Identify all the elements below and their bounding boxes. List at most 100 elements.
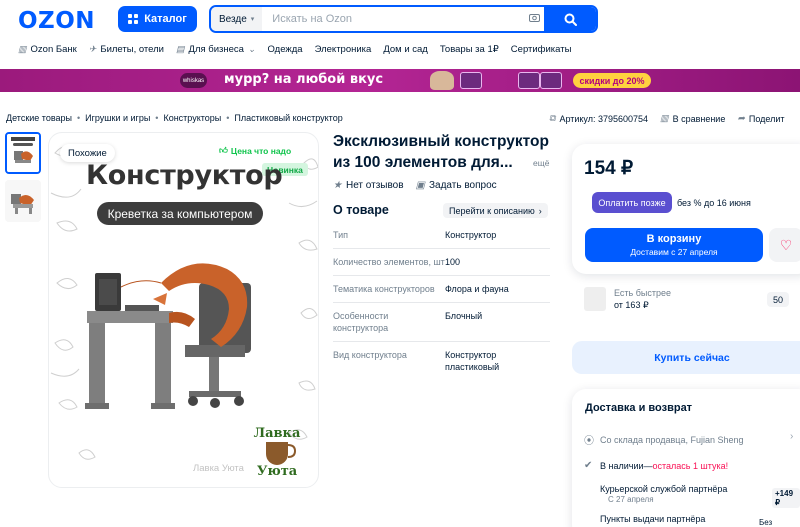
spec-row: Тематика конструкторов Флора и фауна bbox=[333, 276, 550, 303]
nav-clothes[interactable]: Одежда bbox=[268, 44, 303, 55]
svg-text:Лавка: Лавка bbox=[254, 426, 301, 441]
heart-icon: ♡ bbox=[779, 236, 793, 253]
spec-key: Тип bbox=[333, 230, 349, 240]
about-title: О товаре bbox=[333, 203, 389, 217]
delivery-title: Доставка и возврат bbox=[585, 402, 693, 414]
add-to-cart-button[interactable]: В корзину Доставим с 27 апреля bbox=[585, 228, 763, 262]
price-badge-label: Цена что надо bbox=[230, 145, 292, 156]
ask-question-link[interactable]: ▣ Задать вопрос bbox=[416, 180, 497, 191]
courier-price: +149 ₽ bbox=[772, 488, 800, 508]
stock-status: ✔ В наличии — осталась 1 штука! bbox=[584, 460, 728, 471]
chevron-right-icon[interactable]: › bbox=[790, 431, 793, 442]
spec-value: Конструктор bbox=[445, 230, 497, 240]
breadcrumb-separator: • bbox=[155, 113, 159, 123]
image-heading: Конструктор bbox=[86, 160, 283, 191]
pay-later-text: без % до 16 июня bbox=[677, 198, 751, 208]
thumbs-up-icon: 👍︎ bbox=[219, 145, 228, 155]
nav-ozon-bank[interactable]: ▥ Ozon Банк bbox=[18, 44, 77, 55]
search-input[interactable] bbox=[262, 13, 524, 25]
cart-label: В корзину bbox=[646, 233, 702, 245]
banner-brand-logo: whiskas bbox=[180, 73, 207, 88]
spec-row: Особенности конструктора Блочный bbox=[333, 303, 550, 342]
nav-certificates[interactable]: Сертификаты bbox=[511, 44, 572, 55]
stock-separator: — bbox=[643, 460, 653, 471]
spec-key: Вид конструктора bbox=[333, 350, 407, 360]
pay-later-button[interactable]: Оплатить позже bbox=[592, 192, 672, 213]
shop-logo: Лавка Уюта bbox=[246, 420, 308, 480]
breadcrumb-item[interactable]: Пластиковый конструктор bbox=[234, 113, 342, 123]
cat-image bbox=[430, 71, 454, 90]
goto-description-button[interactable]: Перейти к описанию › bbox=[443, 203, 548, 218]
courier-label: Курьерской службой партнёра bbox=[600, 484, 728, 494]
search-button[interactable] bbox=[544, 7, 596, 31]
image-shop-name: Лавка Уюта bbox=[193, 463, 244, 474]
spec-value: Блочный bbox=[445, 311, 483, 321]
cart-delivery-date: Доставим с 27 апреля bbox=[630, 247, 718, 257]
breadcrumb-separator: • bbox=[226, 113, 230, 123]
camera-icon[interactable] bbox=[524, 13, 544, 25]
catalog-button[interactable]: Каталог bbox=[118, 6, 197, 32]
delivery-from-label: Со склада продавца, Fujian Sheng bbox=[600, 434, 744, 445]
briefcase-icon: ▤ bbox=[176, 44, 185, 54]
faster-price: от 163 ₽ bbox=[614, 299, 649, 310]
search-bar: Везде ▾ bbox=[209, 5, 598, 33]
faster-offer[interactable]: Есть быстрее от 163 ₽ 50 bbox=[584, 287, 800, 311]
price: 154 ₽ bbox=[584, 158, 634, 179]
banner-text: мурр? на любой вкус bbox=[224, 72, 384, 87]
delivery-from[interactable]: ⦿ Со склада продавца, Fujian Sheng bbox=[584, 432, 744, 448]
nav-goods-1rub[interactable]: Товары за 1₽ bbox=[440, 44, 499, 55]
chevron-right-icon: › bbox=[538, 205, 542, 216]
search-icon bbox=[564, 13, 577, 26]
stock-label: В наличии bbox=[600, 460, 644, 471]
breadcrumb-item[interactable]: Детские товары bbox=[6, 113, 72, 123]
thumbnail-2[interactable] bbox=[5, 180, 41, 222]
image-subheading: Креветка за компьютером bbox=[97, 202, 263, 225]
compare-icon: ▥ bbox=[660, 113, 669, 123]
top-navigation: ▥ Ozon Банк ✈ Билеты, отели ▤ Для бизнеса ⌄ … bbox=[18, 44, 571, 55]
title-more-link[interactable]: ещё bbox=[533, 158, 549, 168]
nav-home-garden[interactable]: Дом и сад bbox=[383, 44, 428, 55]
product-meta: ⧉ Артикул: 3795600754 ▥ В сравнение ➦ Подел… bbox=[549, 113, 785, 124]
faster-label: Есть быстрее bbox=[614, 287, 671, 298]
favorite-button[interactable]: ♡ bbox=[769, 228, 800, 262]
chevron-down-icon: ▾ bbox=[250, 16, 255, 23]
spec-value: Конструктор пластиковый bbox=[445, 350, 500, 372]
compare-button[interactable]: ▥ В сравнение bbox=[660, 113, 725, 124]
nav-electronics[interactable]: Электроника bbox=[315, 44, 372, 55]
price-badge: 👍︎ Цена что надо bbox=[219, 145, 291, 156]
thumbnail-1[interactable] bbox=[5, 132, 41, 174]
pickup-label: Пункты выдачи партнёра bbox=[600, 514, 706, 524]
spec-key: Количество элементов, шт bbox=[333, 257, 445, 267]
specs-table: Тип Конструктор Количество элементов, шт 1… bbox=[333, 222, 550, 380]
product-pack-image bbox=[518, 72, 540, 89]
nav-tickets[interactable]: ✈ Билеты, отели bbox=[89, 44, 164, 55]
search-scope-select[interactable]: Везде ▾ bbox=[211, 7, 263, 31]
pickup-option[interactable]: Пункты выдачи партнёра bbox=[584, 514, 705, 524]
breadcrumb-item[interactable]: Конструкторы bbox=[163, 113, 221, 123]
chevron-down-icon: ⌄ bbox=[247, 44, 256, 54]
product-pack-image bbox=[460, 72, 482, 89]
svg-text:Уюта: Уюта bbox=[257, 464, 298, 479]
ozon-logo[interactable]: OZON bbox=[18, 8, 95, 34]
spec-value: 100 bbox=[445, 257, 461, 267]
reviews-link[interactable]: ★ Нет отзывов bbox=[333, 180, 404, 191]
goto-description-label: Перейти к описанию bbox=[449, 205, 535, 216]
product-pack-image bbox=[540, 72, 562, 89]
stock-left: осталась 1 штука! bbox=[652, 460, 729, 471]
check-circle-icon: ✔ bbox=[584, 460, 593, 471]
courier-option[interactable]: Курьерской службой партнёра bbox=[584, 484, 727, 494]
nav-business[interactable]: ▤ Для бизнеса ⌄ bbox=[176, 44, 256, 55]
promo-banner[interactable]: whiskas мурр? на любой вкус скидки до 20… bbox=[0, 69, 800, 92]
breadcrumb-item[interactable]: Игрушки и игры bbox=[85, 113, 150, 123]
search-scope-label: Везде bbox=[219, 13, 247, 25]
buy-now-button[interactable]: Купить сейчас bbox=[572, 341, 800, 374]
product-title: Эксклюзивный конструктор из 100 элементо… bbox=[333, 133, 549, 171]
share-button[interactable]: ➦ Поделит bbox=[737, 113, 784, 124]
chat-icon: ▣ bbox=[415, 180, 425, 191]
breadcrumb: Детские товары • Игрушки и игры • Конструк… bbox=[6, 113, 343, 123]
article-number[interactable]: ⧉ Артикул: 3795600754 bbox=[549, 113, 648, 124]
catalog-label: Каталог bbox=[144, 13, 187, 25]
spec-value: Флора и фауна bbox=[445, 284, 509, 294]
plane-icon: ✈ bbox=[88, 44, 97, 54]
breadcrumb-separator: • bbox=[76, 113, 81, 123]
